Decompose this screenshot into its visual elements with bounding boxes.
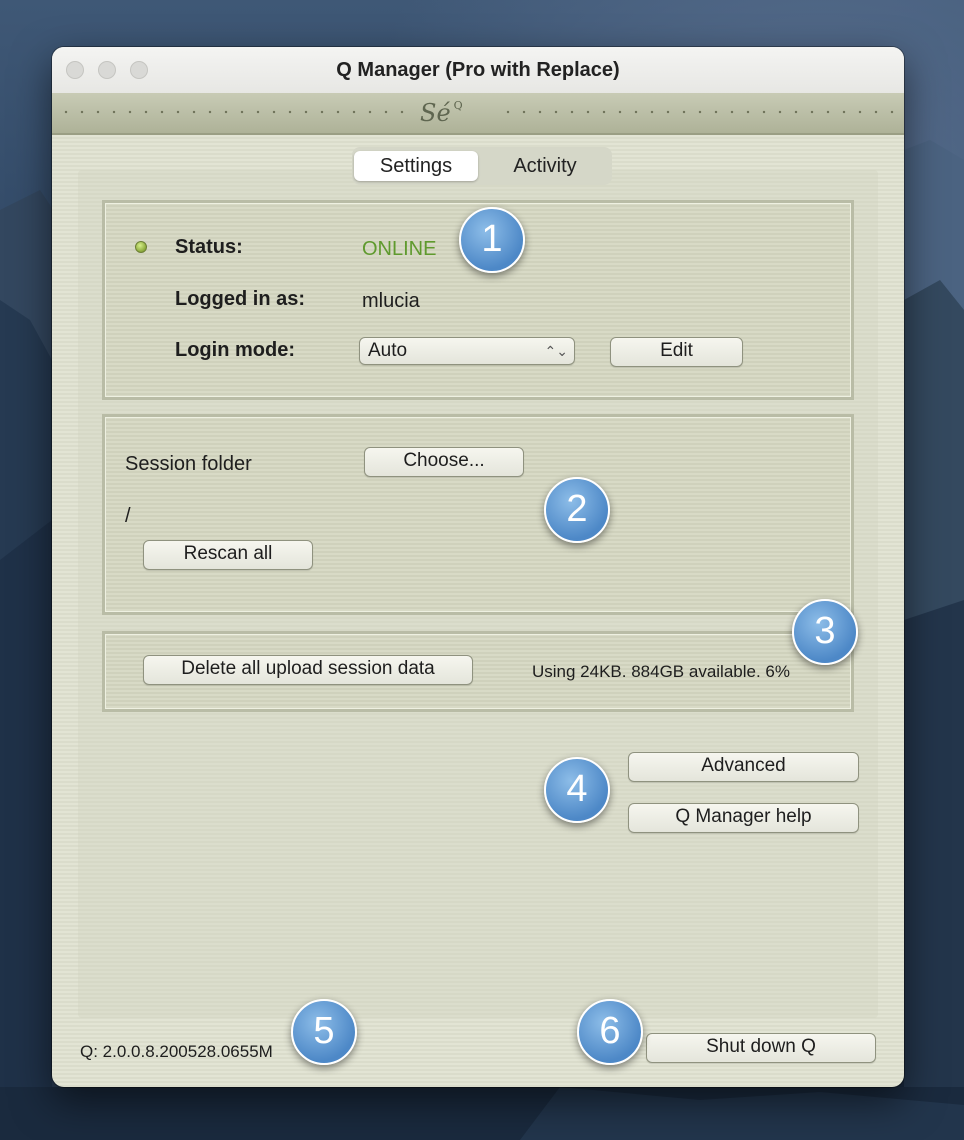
login-mode-selected-value: Auto [368, 340, 408, 361]
callout-badge-4: 4 [544, 757, 610, 823]
status-value: ONLINE [362, 238, 437, 260]
edit-button[interactable]: Edit [610, 337, 743, 367]
dotted-decoration-right [500, 110, 898, 114]
title-bar: Q Manager (Pro with Replace) [52, 47, 904, 94]
rescan-all-button[interactable]: Rescan all [143, 540, 313, 570]
logged-in-label: Logged in as: [175, 288, 305, 310]
status-indicator-icon [135, 241, 147, 253]
dotted-decoration-left [58, 110, 410, 114]
callout-badge-3: 3 [792, 599, 858, 665]
login-mode-label: Login mode: [175, 339, 295, 361]
tab-settings[interactable]: Settings [354, 151, 478, 181]
callout-badge-5: 5 [291, 999, 357, 1065]
session-folder-label: Session folder [125, 453, 252, 475]
callout-badge-6: 6 [577, 999, 643, 1065]
session-folder-path: / [125, 505, 131, 527]
tab-bar: Settings Activity [352, 147, 612, 185]
choose-folder-button[interactable]: Choose... [364, 447, 524, 477]
storage-panel: Delete all upload session data Using 24K… [102, 631, 854, 712]
up-down-chevron-icon: ⌃⌄ [544, 343, 568, 359]
session-panel: Session folder Choose... / Rescan all [102, 414, 854, 615]
callout-badge-2: 2 [544, 477, 610, 543]
version-text: Q: 2.0.0.8.200528.0655M [80, 1042, 273, 1061]
brand-logo: Sé Q [420, 99, 463, 127]
storage-usage-text: Using 24KB. 884GB available. 6% [532, 662, 790, 681]
tab-activity[interactable]: Activity [482, 151, 608, 181]
window-title: Q Manager (Pro with Replace) [336, 59, 620, 81]
shut-down-button[interactable]: Shut down Q [646, 1033, 876, 1063]
delete-session-data-button[interactable]: Delete all upload session data [143, 655, 473, 685]
advanced-button[interactable]: Advanced [628, 752, 859, 782]
logged-in-value: mlucia [362, 290, 420, 312]
login-mode-select[interactable]: Auto ⌃⌄ [359, 337, 575, 365]
help-button[interactable]: Q Manager help [628, 803, 859, 833]
callout-badge-1: 1 [459, 207, 525, 273]
brand-bar: Sé Q [52, 93, 904, 135]
status-label: Status: [175, 236, 243, 258]
q-manager-window: Q Manager (Pro with Replace) Sé Q Setting… [52, 47, 904, 1087]
